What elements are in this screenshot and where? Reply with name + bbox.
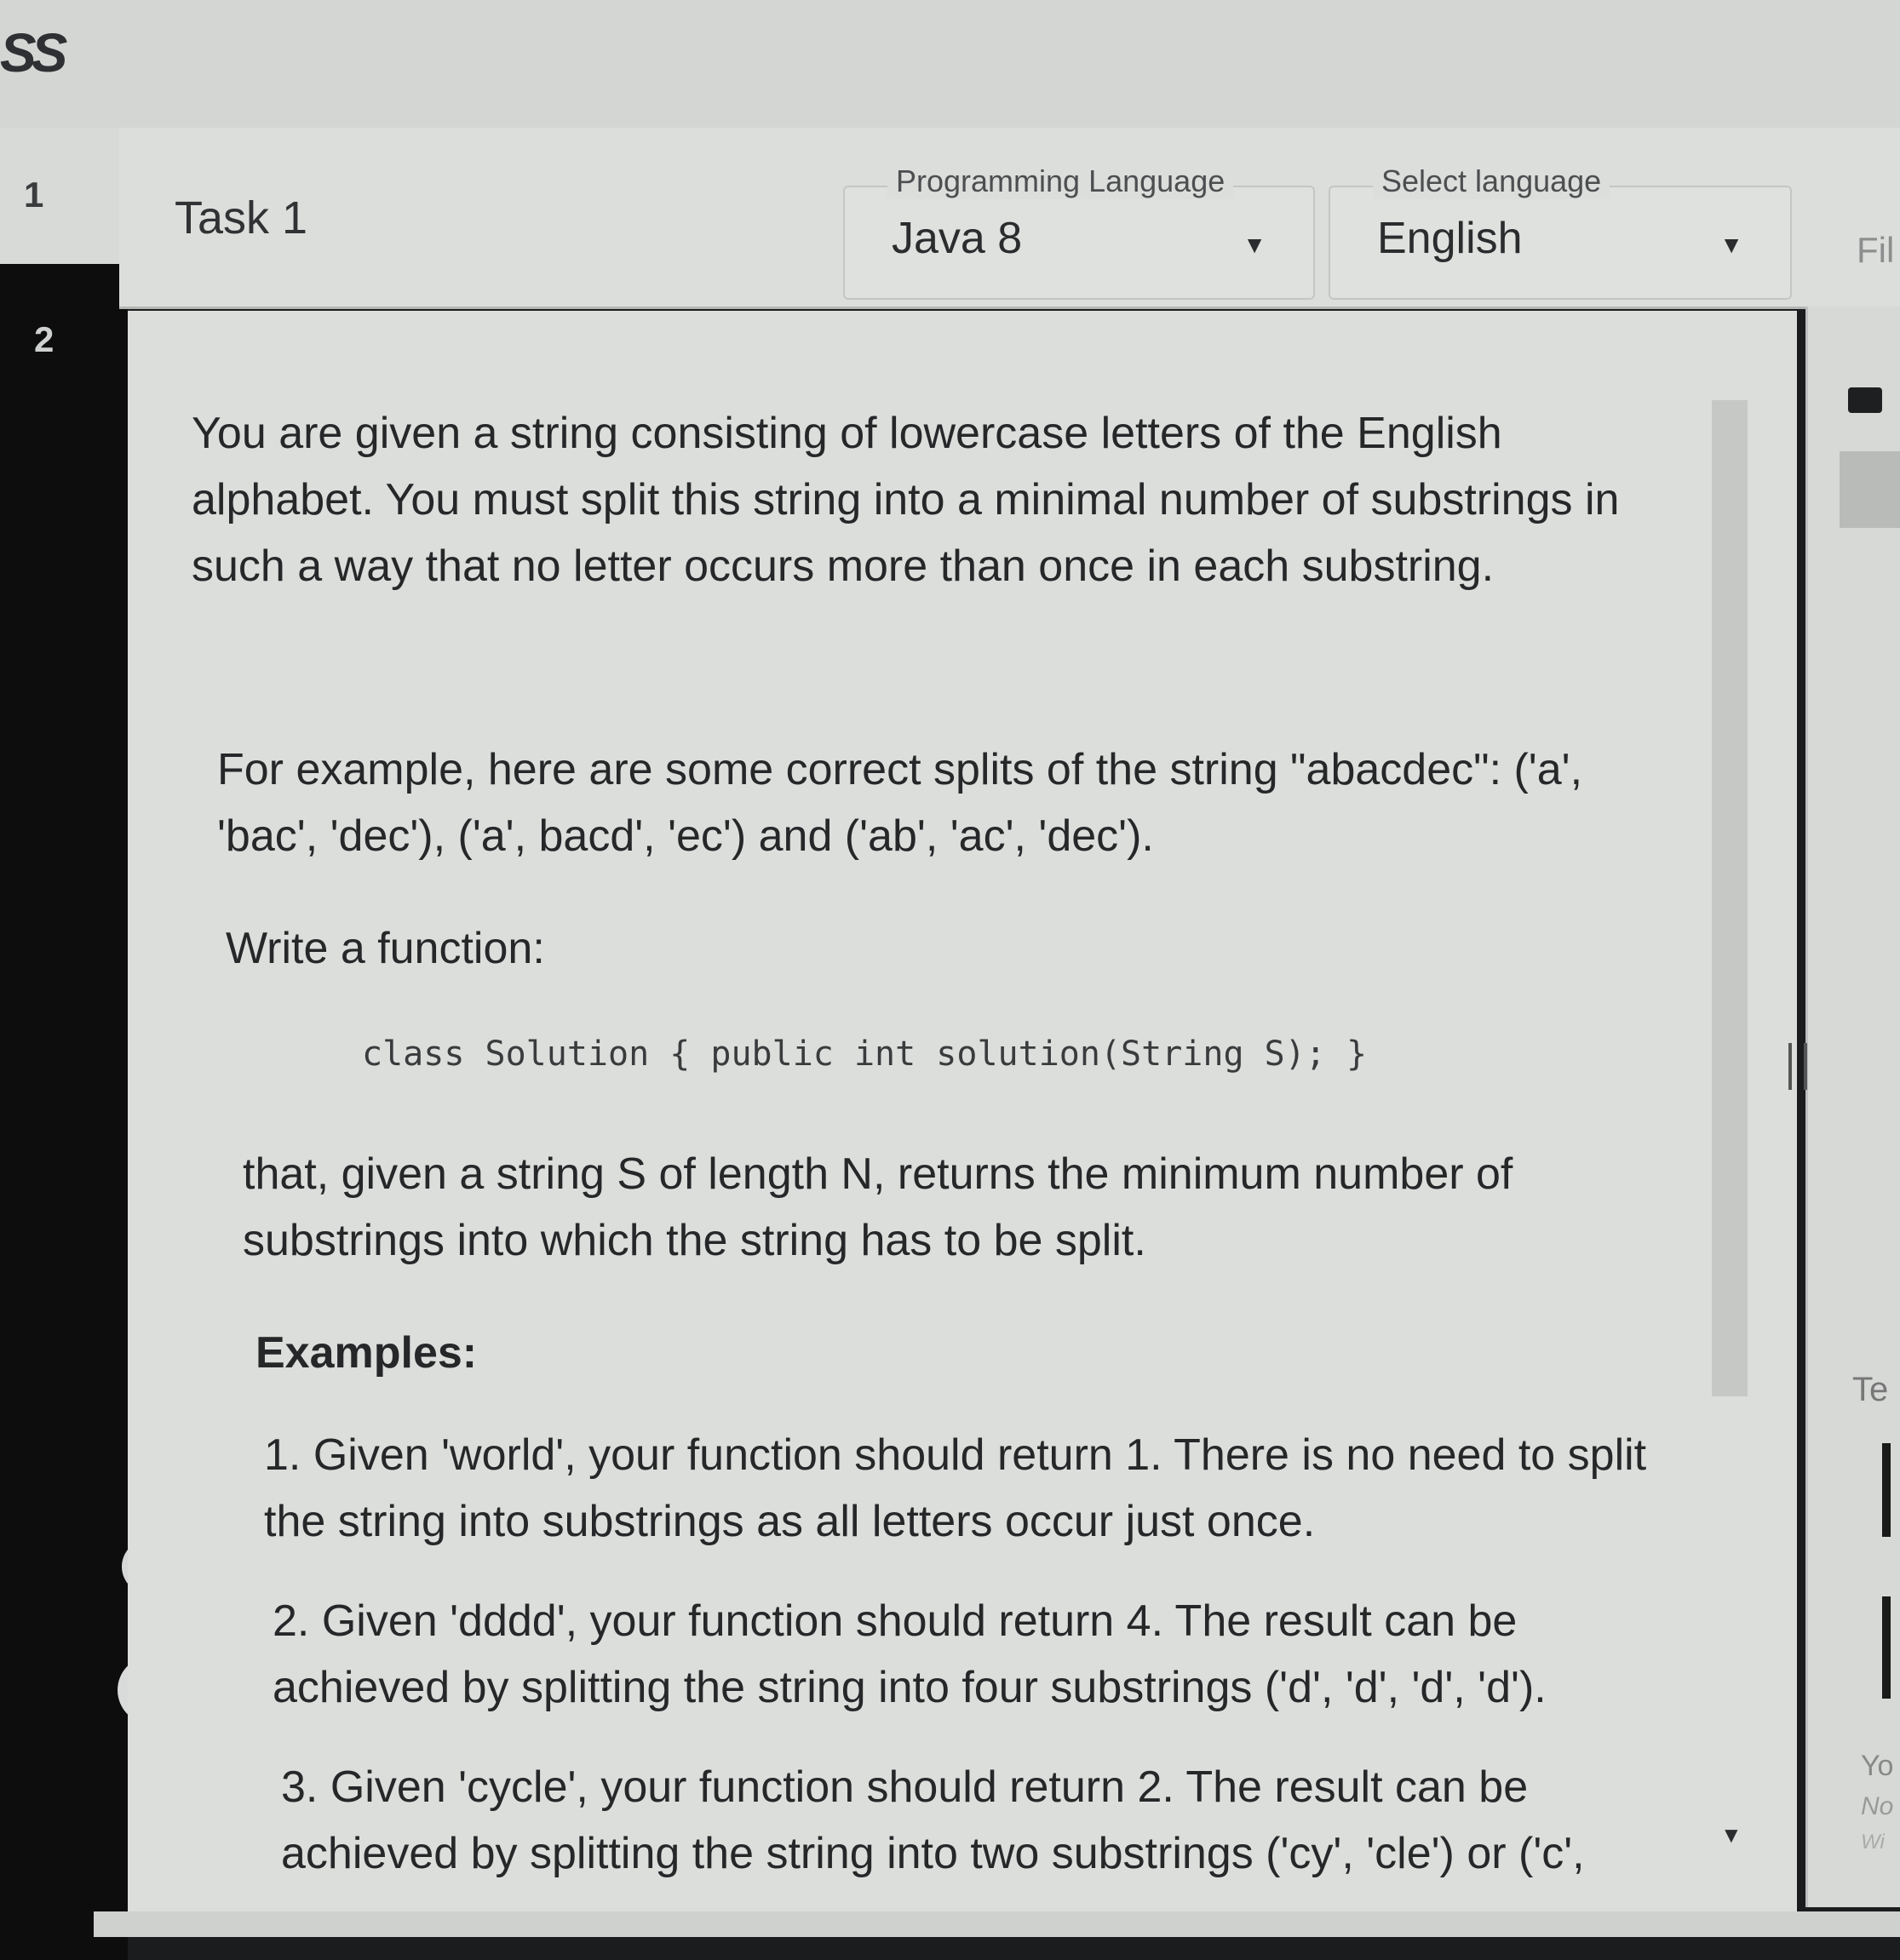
task-sidebar <box>0 128 128 1960</box>
description-paragraph-2: For example, here are some correct split… <box>217 745 1583 861</box>
folder-icon[interactable] <box>1848 387 1882 413</box>
top-bar: SS <box>0 0 1900 128</box>
right-panel-text-no: No <box>1861 1792 1894 1820</box>
description-paragraph-3: Write a function: <box>226 924 545 973</box>
example-1: 1. Given 'world', your function should r… <box>264 1430 1647 1546</box>
editor-scrollbar[interactable] <box>1840 451 1900 528</box>
bottom-bar <box>94 1911 1900 1937</box>
programming-language-select[interactable]: Programming Language Java 8 ▼ <box>843 163 1315 300</box>
scroll-down-arrow-icon[interactable]: ▼ <box>1720 1822 1742 1848</box>
right-header-label: Fil <box>1857 230 1895 270</box>
task-tab-1-background[interactable] <box>0 128 128 264</box>
programming-language-value: Java 8 <box>892 214 1023 263</box>
panel-resize-handle[interactable] <box>1788 1043 1807 1090</box>
task-tab-1[interactable]: 1 <box>24 175 43 215</box>
example-2: 2. Given 'dddd', your function should re… <box>273 1596 1547 1712</box>
right-panel-text-wi: Wi <box>1861 1831 1885 1854</box>
task-tab-2[interactable]: 2 <box>34 319 54 360</box>
test-cases-label: Te <box>1852 1371 1889 1408</box>
description-paragraph-4: that, given a string S of length N, retu… <box>243 1149 1513 1265</box>
select-language-label: Select language <box>1373 163 1610 199</box>
description-paragraph-1: You are given a string consisting of low… <box>192 409 1620 591</box>
right-panel-text-yo: Yo <box>1861 1750 1894 1782</box>
editor-line-marker <box>1882 1443 1891 1537</box>
function-signature-code: class Solution { public int solution(Str… <box>362 1034 1368 1074</box>
chevron-down-icon: ▼ <box>1243 232 1266 258</box>
example-3: 3. Given 'cycle', your function should r… <box>281 1762 1585 1878</box>
task-title: Task 1 <box>175 192 308 244</box>
description-scrollbar[interactable] <box>1712 400 1748 1396</box>
select-language-value: English <box>1377 214 1523 263</box>
examples-heading: Examples: <box>255 1328 478 1378</box>
chevron-down-icon: ▼ <box>1719 232 1743 258</box>
select-language-dropdown[interactable]: Select language English ▼ <box>1329 163 1792 300</box>
editor-line-marker <box>1882 1596 1891 1699</box>
programming-language-label: Programming Language <box>887 163 1234 199</box>
app-logo: SS <box>0 22 67 83</box>
